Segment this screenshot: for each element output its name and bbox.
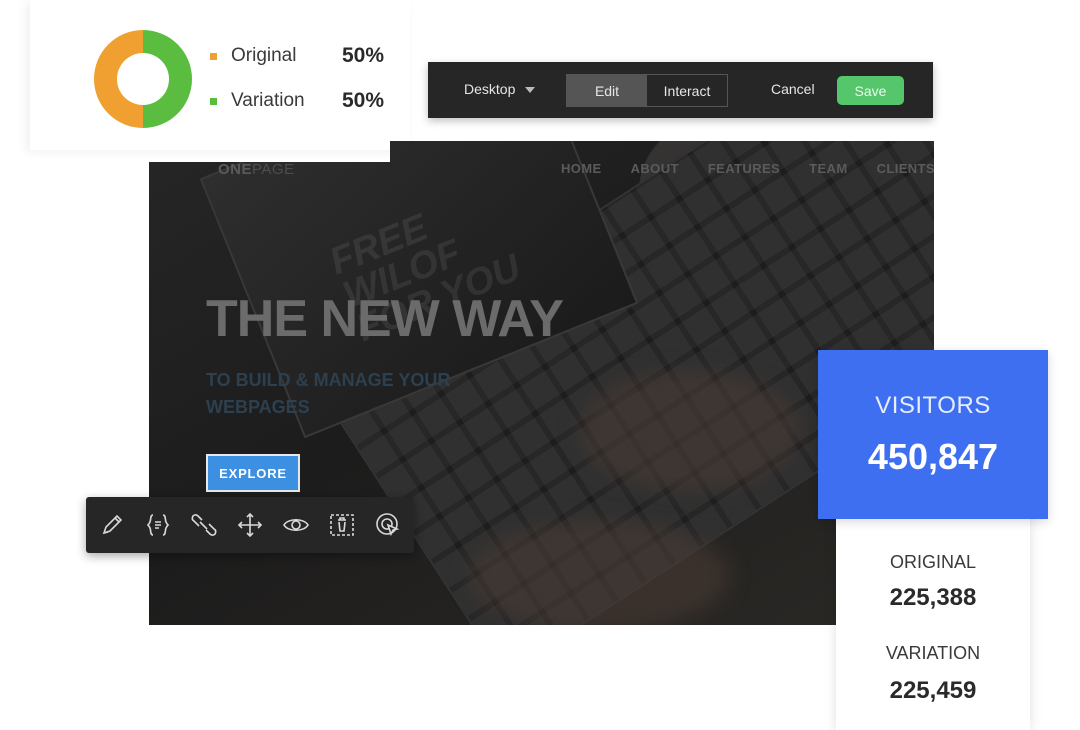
editor-toolbar: Desktop Edit Interact Cancel Save [428,62,933,118]
nav-item-clients[interactable]: CLIENTS [877,161,934,176]
legend-percent-original: 50% [342,44,385,67]
visitors-card: VISITORS 450,847 [818,350,1048,519]
hand-shape [579,371,799,491]
mode-toggle: Edit Interact [566,74,728,107]
legend-swatch-original [210,52,217,60]
save-button[interactable]: Save [837,76,904,105]
hero-subtitle[interactable]: TO BUILD & MANAGE YOUR WEBPAGES [206,367,506,421]
legend-percent-variation: 50% [342,89,385,112]
hand-shape [469,521,729,625]
move-arrows-icon[interactable] [236,511,264,539]
tab-edit[interactable]: Edit [567,75,647,106]
variation-label: VARIATION [885,643,981,663]
legend-label-original: Original [231,45,297,66]
cancel-button[interactable]: Cancel [771,81,815,97]
logo-bold: ONE [218,161,253,178]
variation-value: 225,459 [889,677,977,704]
site-logo[interactable]: ONEPAGE [218,161,295,178]
code-braces-icon[interactable] [144,511,172,539]
original-value: 225,388 [889,584,977,611]
tab-interact[interactable]: Interact [647,75,727,106]
site-nav: HOME ABOUT FEATURES TEAM CLIENTS [561,161,934,176]
nav-item-home[interactable]: HOME [561,161,602,176]
logo-light: PAGE [252,161,295,178]
pencil-icon[interactable] [98,511,126,539]
explore-button[interactable]: EXPLORE [206,454,300,492]
legend-item-original: Original 50% [210,44,384,68]
traffic-split-card: Original 50% Variation 50% [30,0,410,150]
legend-label-variation: Variation [231,90,305,111]
nav-item-team[interactable]: TEAM [809,161,847,176]
eye-icon[interactable] [282,511,310,539]
element-toolbar [86,497,414,553]
legend-swatch-variation [210,97,217,105]
nav-item-features[interactable]: FEATURES [708,161,780,176]
link-icon[interactable] [190,511,218,539]
hero-title[interactable]: THE NEW WAY [206,289,564,349]
legend-item-variation: Variation 50% [210,89,384,113]
device-select[interactable]: Desktop [464,81,536,97]
device-select-label: Desktop [464,81,516,97]
hero-subtitle-line: TO BUILD & MANAGE YOUR [206,370,451,390]
split-donut-chart [94,30,192,128]
visitors-label: VISITORS [875,392,991,419]
hero-subtitle-line: WEBPAGES [206,397,310,417]
donut-hole [117,53,169,105]
nav-item-about[interactable]: ABOUT [631,161,679,176]
click-goal-icon[interactable] [374,511,402,539]
original-label: ORIGINAL [889,552,977,572]
visitors-value: 450,847 [867,436,999,477]
chevron-down-icon [525,87,536,93]
delete-selection-icon[interactable] [328,511,356,539]
